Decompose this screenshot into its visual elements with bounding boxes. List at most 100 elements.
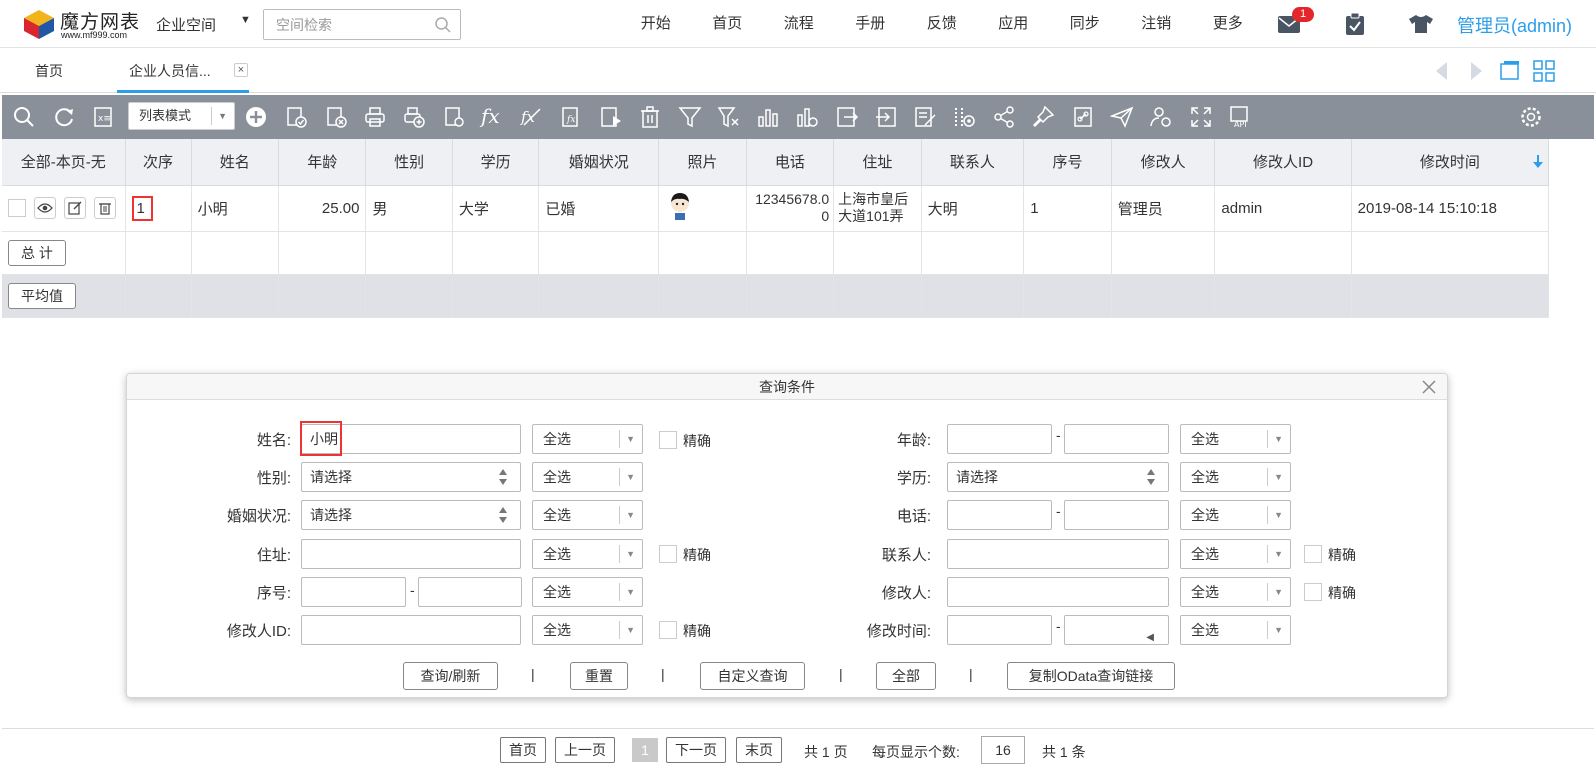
seq-mode-select[interactable]: 全选 ▼ [532, 577, 643, 607]
space-search[interactable] [263, 9, 461, 40]
doc-link-icon[interactable] [1071, 105, 1095, 129]
settings-gear-icon[interactable] [1519, 105, 1543, 129]
col-order[interactable]: 次序 [125, 139, 192, 186]
seq-to-field[interactable] [418, 577, 522, 607]
caret-down-icon[interactable]: ▼ [626, 501, 635, 529]
triangle-left-icon[interactable]: ◀ [1146, 624, 1154, 652]
formula-icon[interactable]: fx [481, 104, 500, 128]
modified-time-to-field[interactable]: ◀ [1064, 615, 1169, 645]
caret-down-icon[interactable]: ▼ [1274, 578, 1283, 606]
close-icon[interactable] [1421, 379, 1437, 395]
modifier-id-exact-checkbox[interactable] [659, 621, 677, 639]
nav-process[interactable]: 流程 [763, 0, 835, 48]
edit-icon[interactable] [64, 197, 86, 219]
address-mode-select[interactable]: 全选 ▼ [532, 539, 643, 569]
modifier-field[interactable] [947, 577, 1169, 607]
prev-page-button[interactable]: 上一页 [555, 737, 615, 763]
nav-manual[interactable]: 手册 [835, 0, 907, 48]
caret-down-icon[interactable]: ▼ [1274, 501, 1283, 529]
page-size-input[interactable]: 16 [981, 736, 1025, 764]
gender-field[interactable]: 请选择 [301, 462, 521, 492]
import-icon[interactable] [874, 105, 898, 129]
age-mode-select[interactable]: 全选 ▼ [1180, 424, 1291, 454]
caret-down-icon[interactable]: ▼ [240, 14, 251, 26]
view-mode-select[interactable]: 列表模式 ▼ [128, 102, 235, 130]
spinner-icon[interactable] [1146, 467, 1156, 487]
nav-sync[interactable]: 同步 [1049, 0, 1121, 48]
spinner-icon[interactable] [498, 467, 508, 487]
caret-down-icon[interactable]: ▼ [626, 540, 635, 568]
play-doc-icon[interactable] [599, 105, 623, 129]
filter-icon[interactable] [678, 105, 702, 129]
modified-time-mode-select[interactable]: 全选 ▼ [1180, 615, 1291, 645]
caret-down-icon[interactable]: ▼ [626, 616, 635, 644]
clear-formula-icon[interactable]: fx [520, 105, 544, 129]
phone-mode-select[interactable]: 全选 ▼ [1180, 500, 1291, 530]
caret-down-icon[interactable]: ▼ [626, 425, 635, 453]
user-menu[interactable]: 管理员(admin) [1457, 12, 1572, 38]
col-marital[interactable]: 婚姻状况 [538, 139, 660, 186]
all-button[interactable]: 全部 [876, 662, 936, 690]
col-education[interactable]: 学历 [452, 139, 540, 186]
col-age[interactable]: 年龄 [278, 139, 367, 186]
query-refresh-button[interactable]: 查询/刷新 [403, 662, 498, 690]
table-row[interactable]: 1 小明 25.00 男 大学 已婚 12345678.00 上海市皇后大道10… [2, 185, 1550, 232]
caret-down-icon[interactable]: ▼ [626, 463, 635, 491]
refresh-icon[interactable] [52, 105, 76, 129]
next-page-button[interactable]: 下一页 [666, 737, 726, 763]
caret-down-icon[interactable]: ▼ [1274, 425, 1283, 453]
seq-from-field[interactable] [301, 577, 406, 607]
name-exact-checkbox[interactable] [659, 431, 677, 449]
caret-down-icon[interactable]: ▼ [218, 103, 227, 129]
age-from-field[interactable] [947, 424, 1052, 454]
view-eye-icon[interactable] [34, 197, 56, 219]
space-search-input[interactable] [264, 10, 424, 39]
col-contact[interactable]: 联系人 [921, 139, 1025, 186]
modifier-mode-select[interactable]: 全选 ▼ [1180, 577, 1291, 607]
print-icon[interactable] [363, 105, 387, 129]
copy-odata-link-button[interactable]: 复制OData查询链接 [1007, 662, 1175, 690]
address-exact-checkbox[interactable] [659, 545, 677, 563]
col-photo[interactable]: 照片 [658, 139, 747, 186]
name-mode-select[interactable]: 全选 ▼ [532, 424, 643, 454]
current-page[interactable]: 1 [632, 738, 658, 762]
nav-start[interactable]: 开始 [620, 0, 692, 48]
tab-home[interactable]: 首页 [35, 49, 63, 93]
col-gender[interactable]: 性别 [365, 139, 453, 186]
batch-edit-icon[interactable] [913, 105, 937, 129]
last-page-button[interactable]: 末页 [736, 737, 782, 763]
marital-field[interactable]: 请选择 [301, 500, 521, 530]
contact-mode-select[interactable]: 全选 ▼ [1180, 539, 1291, 569]
skin-shirt-icon[interactable] [1408, 14, 1434, 34]
tab-prev-icon[interactable] [1430, 59, 1454, 83]
col-address[interactable]: 住址 [833, 139, 922, 186]
first-page-button[interactable]: 首页 [500, 737, 546, 763]
clipboard-icon[interactable] [1344, 12, 1366, 36]
age-to-field[interactable] [1064, 424, 1169, 454]
user-settings-icon[interactable] [1149, 105, 1173, 129]
api-doc-icon[interactable]: API [1228, 105, 1252, 129]
excel-icon[interactable]: x≡ [91, 105, 115, 129]
custom-query-button[interactable]: 自定义查询 [700, 662, 805, 690]
caret-down-icon[interactable]: ▼ [1274, 540, 1283, 568]
contact-exact-checkbox[interactable] [1304, 545, 1322, 563]
print-settings-icon[interactable] [442, 105, 466, 129]
average-button[interactable]: 平均值 [8, 282, 76, 309]
trash-icon[interactable] [94, 197, 116, 219]
delete-icon[interactable] [638, 105, 662, 129]
col-modifier[interactable]: 修改人 [1111, 139, 1216, 186]
export-icon[interactable] [835, 105, 859, 129]
address-field[interactable] [301, 539, 521, 569]
modifier-id-mode-select[interactable]: 全选 ▼ [532, 615, 643, 645]
tab-next-icon[interactable] [1464, 59, 1488, 83]
modifier-exact-checkbox[interactable] [1304, 583, 1322, 601]
col-name[interactable]: 姓名 [191, 139, 280, 186]
education-field[interactable]: 请选择 [947, 462, 1169, 492]
enterprise-space-menu[interactable]: 企业空间 [156, 14, 216, 35]
chart-settings-icon[interactable] [795, 105, 819, 129]
nav-logout[interactable]: 注销 [1121, 0, 1193, 48]
col-phone[interactable]: 电话 [746, 139, 835, 186]
education-mode-select[interactable]: 全选 ▼ [1180, 462, 1291, 492]
share-icon[interactable] [992, 105, 1016, 129]
add-icon[interactable] [244, 105, 268, 129]
